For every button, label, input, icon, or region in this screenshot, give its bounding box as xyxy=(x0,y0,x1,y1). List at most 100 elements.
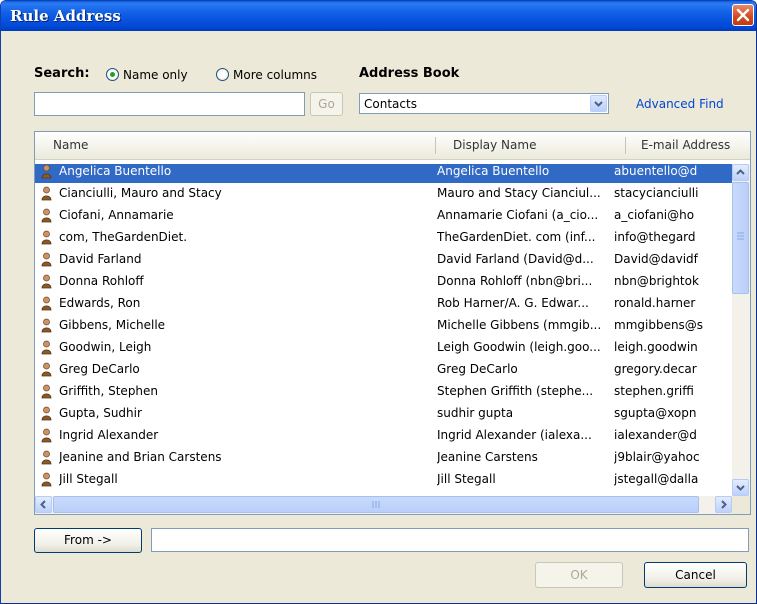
name-only-radio[interactable]: Name only xyxy=(106,67,206,83)
scroll-up-button[interactable] xyxy=(732,164,749,181)
table-row[interactable]: Edwards, Ron Rob Harner/A. G. Edwar... ron… xyxy=(35,293,732,315)
scroll-right-button[interactable] xyxy=(715,496,732,513)
table-row[interactable]: Cianciulli, Mauro and Stacy Mauro and Sta… xyxy=(35,183,732,205)
cancel-button[interactable]: Cancel xyxy=(644,562,747,588)
contact-name: com, TheGardenDiet. xyxy=(59,230,188,244)
more-columns-radio[interactable]: More columns xyxy=(216,67,334,83)
contact-person-icon xyxy=(41,472,52,487)
table-row[interactable]: David Farland David Farland (David@d... Da… xyxy=(35,249,732,271)
contact-email: abuentello@d xyxy=(614,164,698,178)
table-row[interactable]: Ingrid Alexander Ingrid Alexander (ialexa… xyxy=(35,425,732,447)
table-row[interactable]: Greg DeCarlo Greg DeCarlo gregory.decar xyxy=(35,359,732,381)
contact-email: David@davidf xyxy=(614,252,698,266)
contact-email: a_ciofani@ho xyxy=(614,208,695,222)
contact-name: Gibbens, Michelle xyxy=(59,318,166,332)
table-row[interactable]: Gibbens, Michelle Michelle Gibbens (mmgib… xyxy=(35,315,732,337)
title-bar[interactable]: Rule Address xyxy=(1,1,756,31)
contact-display-name: Angelica Buentello xyxy=(437,164,550,178)
chevron-down-icon[interactable] xyxy=(590,95,607,112)
contact-display-name: Ingrid Alexander (ialexa... xyxy=(437,428,592,442)
contact-name: Griffith, Stephen xyxy=(59,384,159,398)
table-row[interactable]: com, TheGardenDiet. TheGardenDiet. com (i… xyxy=(35,227,732,249)
contact-display-name: Mauro and Stacy Cianciul... xyxy=(437,186,601,200)
dialog-body: Search: Name only More columns Address B… xyxy=(6,31,751,599)
contact-email: nbn@brightok xyxy=(614,274,699,288)
table-row[interactable]: Ciofani, Annamarie Annamarie Ciofani (a_c… xyxy=(35,205,732,227)
rule-address-dialog: Rule Address Search: Name only More colu… xyxy=(0,0,757,604)
contact-email: stephen.griffi xyxy=(614,384,694,398)
contact-name: Ingrid Alexander xyxy=(59,428,159,442)
contact-person-icon xyxy=(41,274,52,289)
from-field[interactable] xyxy=(151,528,749,552)
contact-display-name: Stephen Griffith (stephe... xyxy=(437,384,594,398)
scrollbar-corner xyxy=(732,496,750,514)
radio-unselected-icon xyxy=(216,68,229,81)
close-button[interactable] xyxy=(732,4,754,26)
search-label: Search: xyxy=(34,66,90,81)
dialog-title: Rule Address xyxy=(10,7,121,25)
more-columns-label: More columns xyxy=(233,68,317,82)
advanced-find-link[interactable]: Advanced Find xyxy=(636,97,724,111)
table-row[interactable]: Goodwin, Leigh Leigh Goodwin (leigh.goo..… xyxy=(35,337,732,359)
contact-display-name: Jeanine Carstens xyxy=(437,450,538,464)
contact-display-name: Donna Rohloff (nbn@bri... xyxy=(437,274,593,288)
table-row[interactable]: Donna Rohloff Donna Rohloff (nbn@bri... nb… xyxy=(35,271,732,293)
contact-email: info@thegard xyxy=(614,230,696,244)
chevron-right-icon xyxy=(721,500,727,509)
address-book-select[interactable]: Contacts xyxy=(359,93,609,114)
column-header-name[interactable]: Name xyxy=(53,132,88,159)
contact-person-icon xyxy=(41,230,52,245)
scroll-down-button[interactable] xyxy=(732,479,749,496)
contacts-list[interactable]: Name Display Name E-mail Address Angelic… xyxy=(34,131,751,515)
contact-name: Edwards, Ron xyxy=(59,296,141,310)
contact-email: gregory.decar xyxy=(614,362,697,376)
contact-name: David Farland xyxy=(59,252,142,266)
go-button[interactable]: Go xyxy=(310,92,343,116)
contact-email: mmgibbens@s xyxy=(614,318,704,332)
search-input[interactable] xyxy=(34,92,305,116)
contact-name: Goodwin, Leigh xyxy=(59,340,152,354)
contact-display-name: Michelle Gibbens (mmgib... xyxy=(437,318,602,332)
vertical-scroll-thumb[interactable] xyxy=(732,182,749,294)
contact-display-name: Jill Stegall xyxy=(437,472,496,486)
chevron-left-icon xyxy=(40,500,46,509)
contact-name: Cianciulli, Mauro and Stacy xyxy=(59,186,222,200)
from-button[interactable]: From -> xyxy=(34,528,142,553)
horizontal-scrollbar[interactable] xyxy=(35,496,732,514)
contact-name: Jill Stegall xyxy=(59,472,118,486)
contact-person-icon xyxy=(41,340,52,355)
table-row[interactable]: Angelica Buentello Angelica Buentello abue… xyxy=(35,164,732,183)
name-only-label: Name only xyxy=(123,68,188,82)
list-header: Name Display Name E-mail Address xyxy=(35,132,750,160)
contact-email: stacycianciulli xyxy=(614,186,699,200)
contact-display-name: TheGardenDiet. com (inf... xyxy=(437,230,596,244)
contact-person-icon xyxy=(41,164,52,179)
contact-email: sgupta@xopn xyxy=(614,406,697,420)
contact-person-icon xyxy=(41,208,52,223)
contact-name: Jeanine and Brian Carstens xyxy=(59,450,222,464)
vertical-scrollbar[interactable] xyxy=(732,164,750,496)
close-icon xyxy=(736,8,750,22)
contact-person-icon xyxy=(41,296,52,311)
radio-selected-icon xyxy=(106,68,119,81)
list-rows: Angelica Buentello Angelica Buentello abue… xyxy=(35,164,732,496)
column-header-email[interactable]: E-mail Address xyxy=(641,132,730,159)
contact-person-icon xyxy=(41,406,52,421)
table-row[interactable]: Gupta, Sudhir sudhir gupta sgupta@xopn xyxy=(35,403,732,425)
contact-display-name: sudhir gupta xyxy=(437,406,514,420)
contact-name: Angelica Buentello xyxy=(59,164,172,178)
horizontal-scroll-thumb[interactable] xyxy=(53,496,699,513)
contact-person-icon xyxy=(41,450,52,465)
table-row[interactable]: Griffith, Stephen Stephen Griffith (steph… xyxy=(35,381,732,403)
table-row[interactable]: Jill Stegall Jill Stegall jstegall@dalla xyxy=(35,469,732,491)
contact-email: ronald.harner xyxy=(614,296,696,310)
ok-button[interactable]: OK xyxy=(535,562,623,588)
contact-name: Donna Rohloff xyxy=(59,274,144,288)
contact-name: Ciofani, Annamarie xyxy=(59,208,174,222)
table-row[interactable]: Jeanine and Brian Carstens Jeanine Carste… xyxy=(35,447,732,469)
contact-person-icon xyxy=(41,384,52,399)
contact-display-name: Leigh Goodwin (leigh.goo... xyxy=(437,340,601,354)
column-header-display-name[interactable]: Display Name xyxy=(453,132,536,159)
scroll-left-button[interactable] xyxy=(35,496,52,513)
contact-email: jstegall@dalla xyxy=(614,472,699,486)
